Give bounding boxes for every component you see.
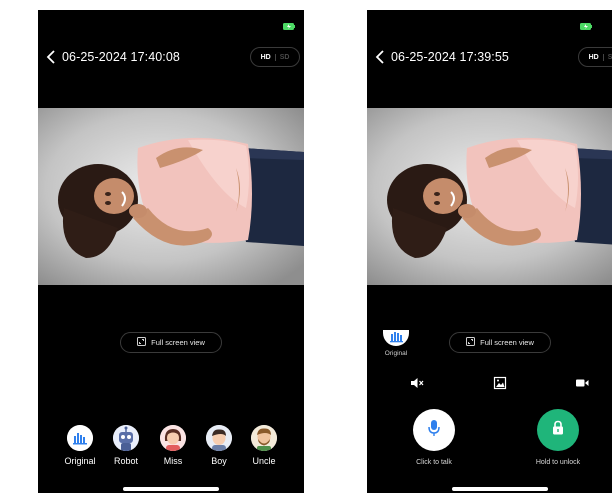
voice-option-robot[interactable]: Robot (106, 425, 146, 466)
voice-option-miss[interactable]: Miss (153, 425, 193, 466)
voice-label: Robot (113, 456, 139, 466)
robot-avatar-icon (113, 425, 139, 451)
mute-icon[interactable] (410, 376, 424, 390)
quality-toggle[interactable]: HD SD (250, 47, 300, 67)
recording-datetime: 06-25-2024 17:40:08 (62, 50, 180, 64)
voice-label: Original (64, 456, 96, 466)
microphone-icon (427, 419, 441, 442)
voice-label: Boy (211, 456, 227, 466)
sd-option[interactable]: SD (276, 54, 290, 61)
selected-voice-original[interactable]: Original (381, 330, 411, 357)
sd-option[interactable]: SD (604, 54, 612, 61)
full-screen-icon (137, 337, 147, 348)
battery-charging-icon (580, 23, 592, 30)
camera-feed[interactable] (38, 108, 304, 285)
chevron-left-icon[interactable] (375, 50, 387, 64)
original-voice-icon (383, 330, 409, 346)
unlock-button[interactable] (537, 409, 579, 451)
full-screen-label: Full screen view (151, 338, 205, 347)
full-screen-button[interactable]: Full screen view (120, 332, 222, 353)
voice-label: Miss (163, 456, 183, 466)
original-voice-icon (67, 425, 93, 451)
voice-option-uncle[interactable]: Uncle (244, 425, 284, 466)
boy-avatar-icon (206, 425, 232, 451)
camera-feed[interactable] (367, 108, 612, 285)
voice-option-original[interactable]: Original (60, 425, 100, 466)
full-screen-button[interactable]: Full screen view (449, 332, 551, 353)
hd-option[interactable]: HD (261, 53, 276, 61)
snapshot-icon[interactable] (493, 376, 507, 390)
voice-label: Uncle (252, 456, 276, 466)
selected-voice-label: Original (384, 350, 408, 357)
chevron-left-icon[interactable] (46, 50, 58, 64)
unlock-label: Hold to unlock (535, 459, 581, 466)
screen-intercom: 06-25-2024 17:39:55 HD SD Original Full … (367, 10, 612, 493)
full-screen-label: Full screen view (480, 338, 534, 347)
full-screen-icon (466, 337, 476, 348)
lock-icon (552, 420, 564, 440)
talk-button[interactable] (413, 409, 455, 451)
miss-avatar-icon (160, 425, 186, 451)
talk-label: Click to talk (416, 459, 452, 466)
screen-voice-changer: 06-25-2024 17:40:08 HD SD Full screen vi… (38, 10, 304, 493)
quality-toggle[interactable]: HD SD (578, 47, 612, 67)
home-indicator[interactable] (123, 487, 219, 491)
home-indicator[interactable] (452, 487, 548, 491)
uncle-avatar-icon (251, 425, 277, 451)
battery-charging-icon (283, 23, 295, 30)
recording-datetime: 06-25-2024 17:39:55 (391, 50, 509, 64)
voice-option-boy[interactable]: Boy (199, 425, 239, 466)
record-video-icon[interactable] (575, 376, 589, 390)
hd-option[interactable]: HD (589, 53, 604, 61)
